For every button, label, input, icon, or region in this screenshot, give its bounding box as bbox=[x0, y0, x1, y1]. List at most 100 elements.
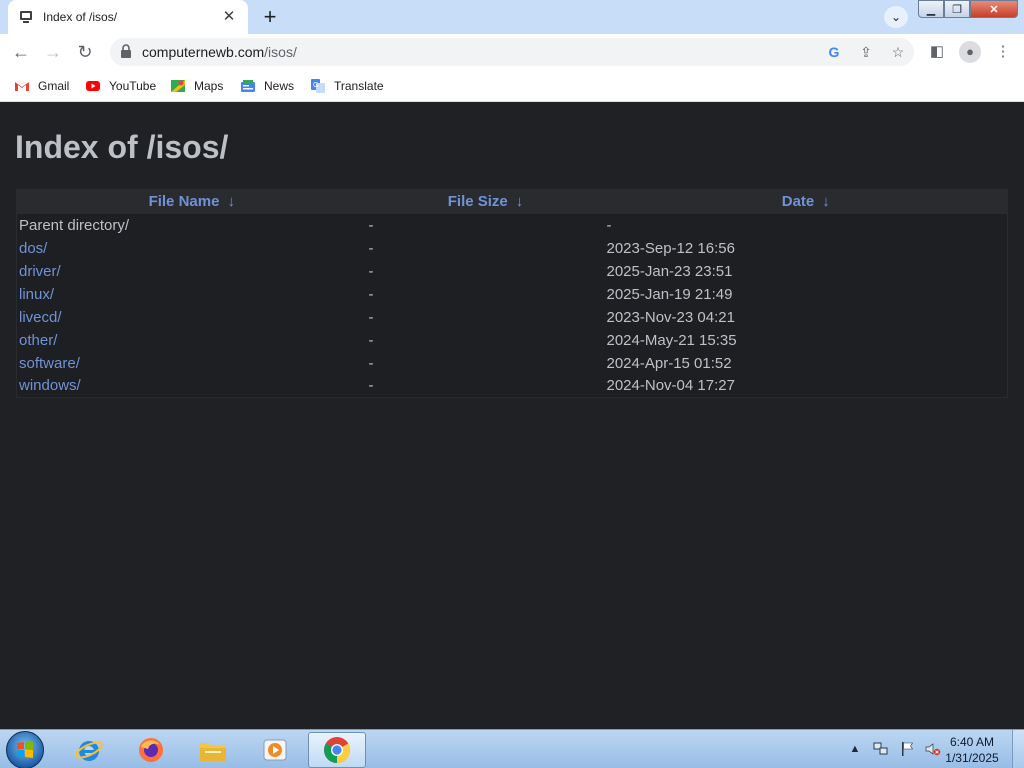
file-size-cell: - bbox=[368, 308, 374, 326]
table-header-row: File Name ↓ File Size ↓ Date ↓ bbox=[16, 189, 1008, 214]
date-cell: 2023-Nov-23 04:21 bbox=[606, 308, 735, 326]
media-player-icon[interactable] bbox=[246, 732, 304, 768]
bookmark-label: News bbox=[264, 79, 295, 93]
bookmark-label: YouTube bbox=[109, 79, 157, 93]
back-icon[interactable]: ← bbox=[8, 39, 34, 65]
news-icon bbox=[240, 78, 256, 94]
computer-icon bbox=[18, 9, 34, 25]
restore-button[interactable]: ❐ bbox=[944, 0, 970, 18]
date-cell: - bbox=[606, 216, 612, 234]
browser-tab[interactable]: Index of /isos/ ✕ bbox=[8, 0, 248, 34]
table-row: Parent directory/ - - bbox=[17, 214, 1008, 237]
close-window-button[interactable]: ✕ bbox=[970, 0, 1018, 18]
minimize-button[interactable]: ▁ bbox=[918, 0, 944, 18]
tab-strip: Index of /isos/ ✕ + ⌄ ▁ ❐ ✕ bbox=[0, 0, 1024, 34]
windows-logo-icon bbox=[16, 741, 34, 759]
directory-link[interactable]: software/ bbox=[17, 352, 367, 375]
close-tab-icon[interactable]: ✕ bbox=[220, 8, 238, 26]
date-cell: 2024-May-21 15:35 bbox=[606, 331, 737, 349]
column-label: Date bbox=[781, 193, 815, 211]
column-header-file-name[interactable]: File Name ↓ bbox=[17, 190, 367, 214]
sort-arrow-icon: ↓ bbox=[822, 193, 830, 211]
system-tray: ▲ bbox=[842, 730, 946, 768]
show-desktop-button[interactable] bbox=[1012, 730, 1024, 768]
taskbar: ▲ 6:40 AM 1/31/2025 bbox=[0, 729, 1024, 768]
directory-link[interactable]: dos/ bbox=[17, 237, 367, 260]
file-size-cell: - bbox=[368, 239, 374, 257]
address-bar[interactable]: computernewb.com/isos/ G ⇪ ☆ bbox=[110, 38, 914, 66]
profile-avatar-icon[interactable]: ● bbox=[959, 41, 981, 63]
parent-directory-link[interactable]: Parent directory/ bbox=[17, 214, 367, 237]
google-lens-icon[interactable]: G bbox=[824, 42, 844, 62]
bookmark-translate[interactable]: G Translate bbox=[310, 76, 384, 96]
bookmark-star-icon[interactable]: ☆ bbox=[888, 42, 908, 62]
menu-icon[interactable]: ⋮ bbox=[990, 39, 1016, 65]
file-size-cell: - bbox=[368, 216, 374, 234]
table-row: linux/ - 2025-Jan-19 21:49 bbox=[17, 283, 1008, 306]
side-panel-icon[interactable]: ◧ bbox=[924, 39, 950, 65]
page-title: Index of /isos/ bbox=[15, 129, 229, 165]
column-header-date[interactable]: Date ↓ bbox=[605, 190, 1008, 214]
date-cell: 2023-Sep-12 16:56 bbox=[606, 239, 735, 257]
clock-time: 6:40 AM bbox=[949, 735, 995, 749]
date-cell: 2024-Nov-04 17:27 bbox=[606, 377, 735, 395]
show-hidden-icons-icon[interactable]: ▲ bbox=[847, 741, 863, 757]
bookmarks-bar: Gmail YouTube Maps News G Translate bbox=[0, 70, 1024, 102]
firefox-icon[interactable] bbox=[122, 732, 180, 768]
table-row: other/ - 2024-May-21 15:35 bbox=[17, 329, 1008, 352]
clock-date: 1/31/2025 bbox=[945, 751, 999, 765]
column-label: File Name bbox=[148, 193, 220, 211]
action-center-flag-icon[interactable] bbox=[899, 741, 915, 757]
file-listing-table: File Name ↓ File Size ↓ Date ↓ Parent direc… bbox=[16, 189, 1008, 398]
system-clock[interactable]: 6:40 AM 1/31/2025 bbox=[936, 734, 1008, 766]
new-tab-button[interactable]: + bbox=[258, 6, 282, 28]
gmail-icon bbox=[14, 78, 30, 94]
lock-icon bbox=[120, 44, 134, 60]
sort-arrow-icon: ↓ bbox=[515, 193, 524, 211]
forward-icon[interactable]: → bbox=[40, 39, 66, 65]
date-cell: 2025-Jan-19 21:49 bbox=[606, 285, 733, 303]
reload-icon[interactable]: ↻ bbox=[72, 39, 98, 65]
file-size-cell: - bbox=[368, 262, 374, 280]
tab-search-icon[interactable]: ⌄ bbox=[884, 6, 908, 28]
table-row: dos/ - 2023-Sep-12 16:56 bbox=[17, 237, 1008, 260]
url-host: computernewb.com bbox=[142, 44, 265, 60]
network-icon[interactable] bbox=[873, 741, 889, 757]
directory-link[interactable]: linux/ bbox=[17, 283, 367, 306]
bookmark-news[interactable]: News bbox=[240, 76, 294, 96]
table-row: driver/ - 2025-Jan-23 23:51 bbox=[17, 260, 1008, 283]
bookmark-label: Maps bbox=[194, 79, 224, 93]
bookmark-gmail[interactable]: Gmail bbox=[14, 76, 69, 96]
bookmark-youtube[interactable]: YouTube bbox=[85, 76, 156, 96]
translate-icon: G bbox=[310, 78, 326, 94]
svg-text:G: G bbox=[313, 82, 318, 89]
directory-link[interactable]: windows/ bbox=[17, 375, 367, 398]
file-size-cell: - bbox=[368, 331, 374, 349]
url-path: /isos/ bbox=[264, 44, 297, 60]
share-icon[interactable]: ⇪ bbox=[856, 42, 876, 62]
file-size-cell: - bbox=[368, 354, 374, 372]
url-text: computernewb.com/isos/ bbox=[142, 44, 297, 60]
page-content: Index of /isos/ File Name ↓ File Size ↓ Da… bbox=[0, 103, 1024, 729]
bookmark-label: Gmail bbox=[38, 79, 70, 93]
directory-link[interactable]: driver/ bbox=[17, 260, 367, 283]
directory-link[interactable]: livecd/ bbox=[17, 306, 367, 329]
directory-link[interactable]: other/ bbox=[17, 329, 367, 352]
column-header-file-size[interactable]: File Size ↓ bbox=[367, 190, 605, 214]
tab-title: Index of /isos/ bbox=[43, 10, 118, 24]
start-button[interactable] bbox=[6, 731, 44, 768]
bookmark-label: Translate bbox=[334, 79, 384, 93]
sort-arrow-icon: ↓ bbox=[227, 193, 235, 211]
file-size-cell: - bbox=[368, 285, 374, 303]
bookmark-maps[interactable]: Maps bbox=[170, 76, 223, 96]
table-row: livecd/ - 2023-Nov-23 04:21 bbox=[17, 306, 1008, 329]
column-label: File Size bbox=[447, 193, 508, 211]
file-explorer-icon[interactable] bbox=[184, 732, 242, 768]
maps-icon bbox=[170, 78, 186, 94]
date-cell: 2025-Jan-23 23:51 bbox=[606, 262, 733, 280]
file-size-cell: - bbox=[368, 377, 374, 395]
chrome-icon[interactable] bbox=[308, 732, 366, 768]
youtube-icon bbox=[85, 78, 101, 94]
internet-explorer-icon[interactable] bbox=[60, 732, 118, 768]
table-row: software/ - 2024-Apr-15 01:52 bbox=[17, 352, 1008, 375]
